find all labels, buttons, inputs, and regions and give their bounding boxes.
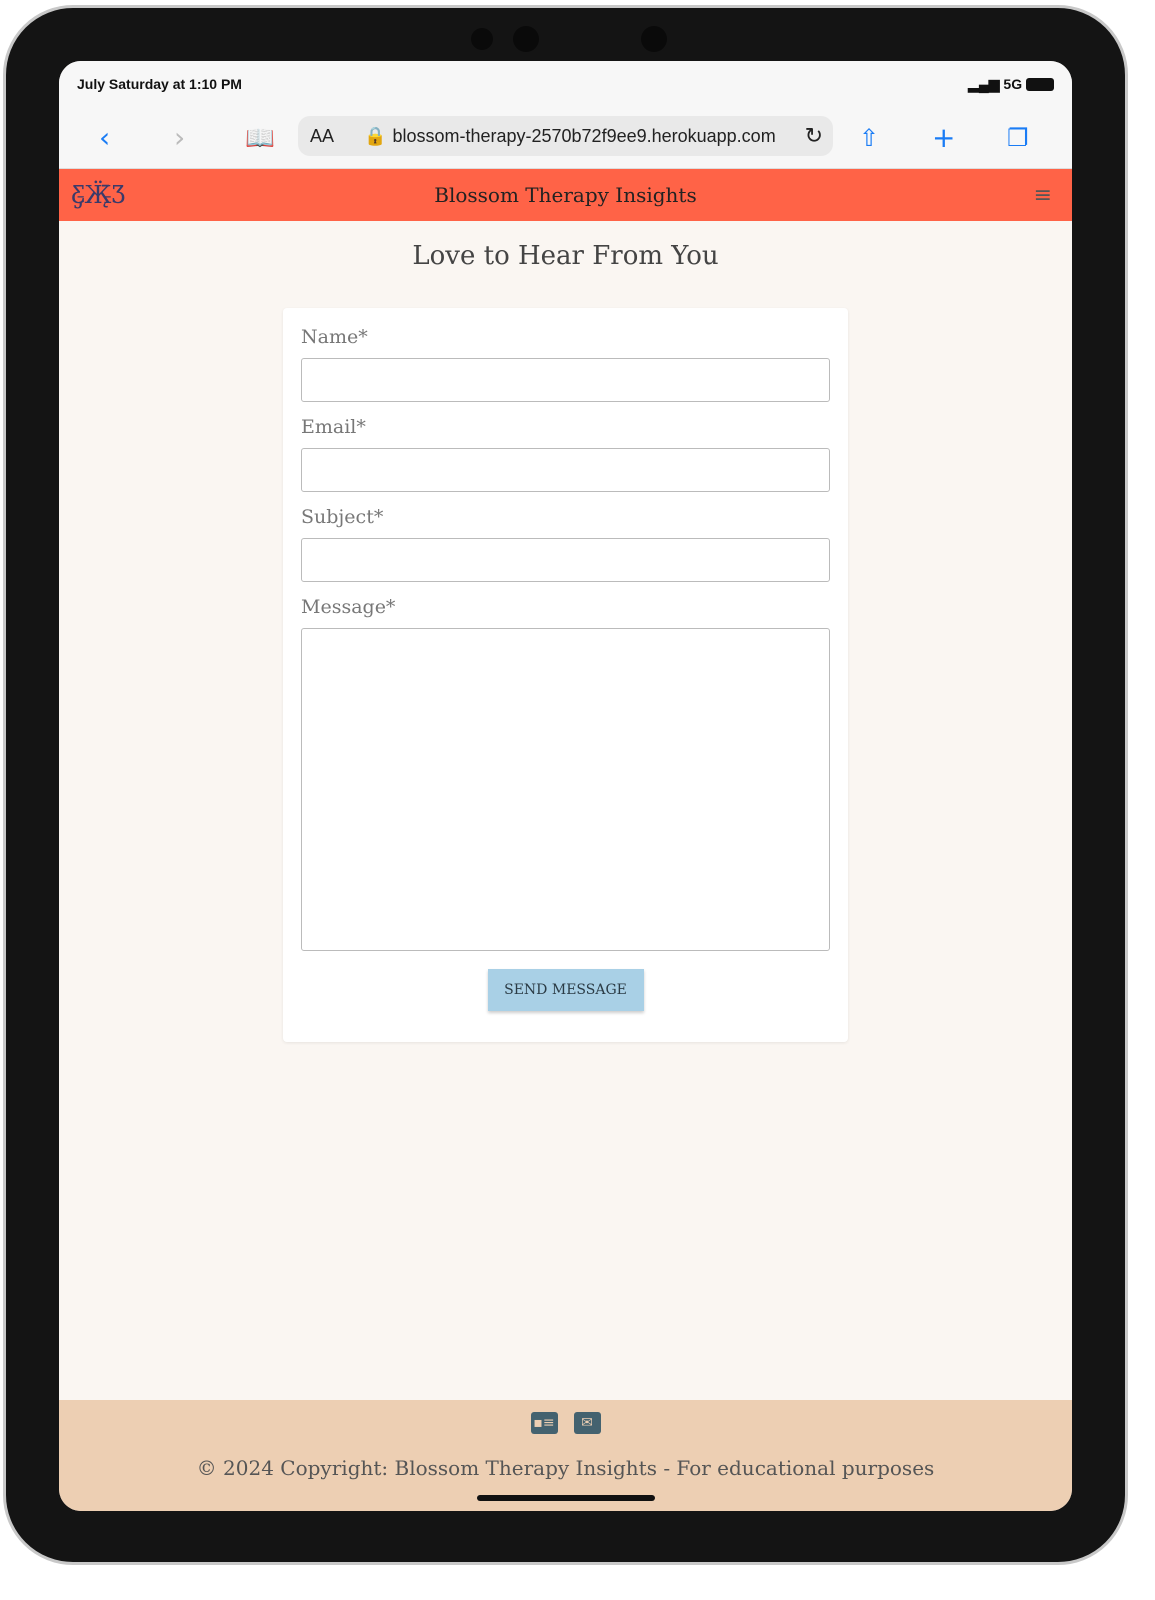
sensor-icon xyxy=(471,28,493,50)
contact-card-icon[interactable]: ▪≡ xyxy=(530,1412,558,1434)
message-label: Message* xyxy=(301,596,396,618)
battery-icon xyxy=(1026,78,1054,92)
contact-form: Name* Email* Subject* Message* SEND MESS… xyxy=(283,308,848,1042)
footer: ▪≡ ✉ © 2024 Copyright: Blossom Therapy I… xyxy=(59,1400,1072,1511)
status-time: July Saturday at 1:10 PM xyxy=(77,76,242,92)
url-text[interactable]: blossom-therapy-2570b72f9ee9.herokuapp.c… xyxy=(392,126,775,147)
screen: July Saturday at 1:10 PM ▂▄▆ 5G ‹ › 📖 AA… xyxy=(59,61,1072,1511)
sensor-icon xyxy=(641,26,667,52)
menu-icon[interactable]: ≡ xyxy=(1034,183,1052,208)
bookmarks-icon[interactable]: 📖 xyxy=(245,124,275,152)
email-input[interactable] xyxy=(301,448,830,492)
reload-icon[interactable]: ↻ xyxy=(805,123,823,149)
email-label: Email* xyxy=(301,416,366,438)
name-label: Name* xyxy=(301,326,368,348)
subject-input[interactable] xyxy=(301,538,830,582)
message-textarea[interactable] xyxy=(301,628,830,951)
browser-toolbar: ‹ › 📖 AA 🔒 blossom-therapy-2570b72f9ee9.… xyxy=(59,107,1072,169)
brand-title[interactable]: Blossom Therapy Insights xyxy=(434,183,696,207)
status-bar: July Saturday at 1:10 PM ▂▄▆ 5G xyxy=(59,61,1072,107)
forward-icon[interactable]: › xyxy=(174,121,185,154)
tabs-icon[interactable]: ❐ xyxy=(1007,124,1029,152)
butterfly-logo-icon[interactable]: Ƹ̵̡Ӝ̵̨̄Ʒ xyxy=(71,181,125,209)
navbar: Ƹ̵̡Ӝ̵̨̄Ʒ Blossom Therapy Insights ≡ xyxy=(59,169,1072,221)
envelope-icon[interactable]: ✉ xyxy=(573,1412,601,1434)
subject-label: Subject* xyxy=(301,506,384,528)
share-icon[interactable]: ⇧ xyxy=(859,124,879,152)
text-size-button[interactable]: AA xyxy=(310,126,334,147)
home-indicator xyxy=(477,1495,655,1501)
address-bar[interactable]: AA 🔒 blossom-therapy-2570b72f9ee9.heroku… xyxy=(298,116,833,156)
new-tab-icon[interactable]: + xyxy=(932,121,955,154)
signal-icon: ▂▄▆ xyxy=(968,75,1004,92)
name-input[interactable] xyxy=(301,358,830,402)
back-icon[interactable]: ‹ xyxy=(99,121,110,154)
camera-icon xyxy=(513,26,539,52)
page-title: Love to Hear From You xyxy=(412,241,719,271)
send-message-button[interactable]: SEND MESSAGE xyxy=(487,969,644,1011)
lock-icon: 🔒 xyxy=(364,125,387,146)
network-label: 5G xyxy=(1003,75,1023,92)
copyright-text: © 2024 Copyright: Blossom Therapy Insigh… xyxy=(196,1456,935,1480)
